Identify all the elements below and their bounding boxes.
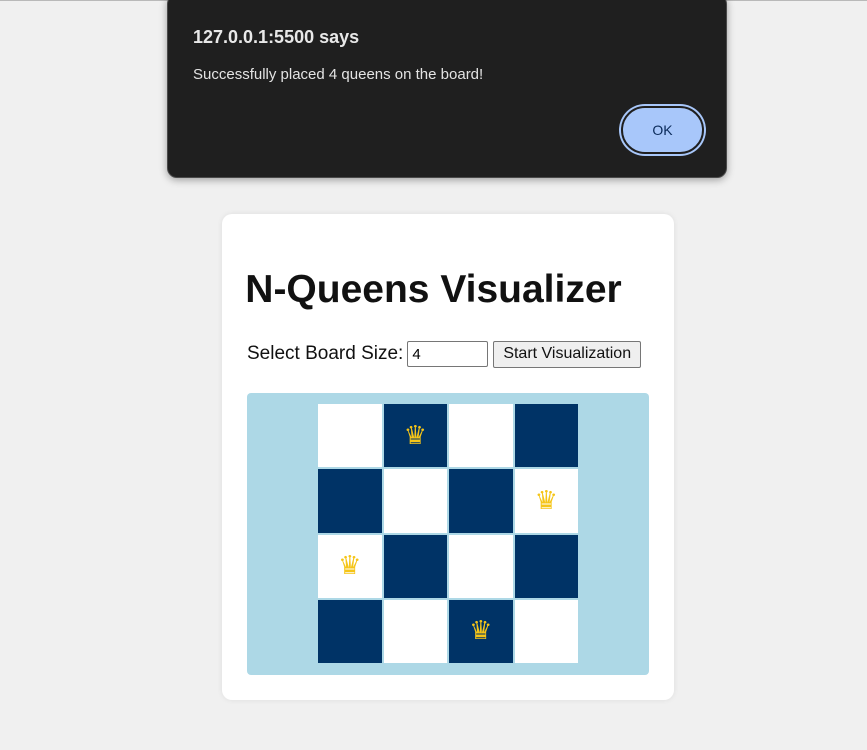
board-cell [449,469,513,533]
board-cell: ♛ [383,404,447,468]
board-cell [514,534,578,598]
board-cell [383,599,447,663]
queen-icon: ♛ [403,420,427,451]
board-size-input[interactable] [407,341,489,367]
page-title: N-Queens Visualizer [245,268,622,311]
board-cell [383,469,447,533]
queen-icon: ♛ [338,551,362,582]
queen-icon: ♛ [534,485,558,516]
controls-row: Select Board Size: Start Visualization [247,340,642,368]
queen-icon: ♛ [469,616,493,647]
board-cell [514,404,578,468]
board-cell [449,534,513,598]
board-cell [449,404,513,468]
board-size-label: Select Board Size: [247,343,404,364]
start-visualization-button[interactable]: Start Visualization [493,340,642,368]
board-cell [318,469,382,533]
board-cell: ♛ [449,599,513,663]
board-cell [318,599,382,663]
board-cell: ♛ [514,469,578,533]
alert-dialog: 127.0.0.1:5500 says Successfully placed … [167,0,727,178]
board-cell [514,599,578,663]
alert-title: 127.0.0.1:5500 says [193,27,360,47]
board-cell [383,534,447,598]
alert-message: Successfully placed 4 queens on the boar… [193,66,484,83]
board-cell: ♛ [318,534,382,598]
chess-board: ♛ ♛ ♛ ♛ [318,404,578,663]
board-cell [318,404,382,468]
ok-button[interactable]: OK [621,106,704,154]
